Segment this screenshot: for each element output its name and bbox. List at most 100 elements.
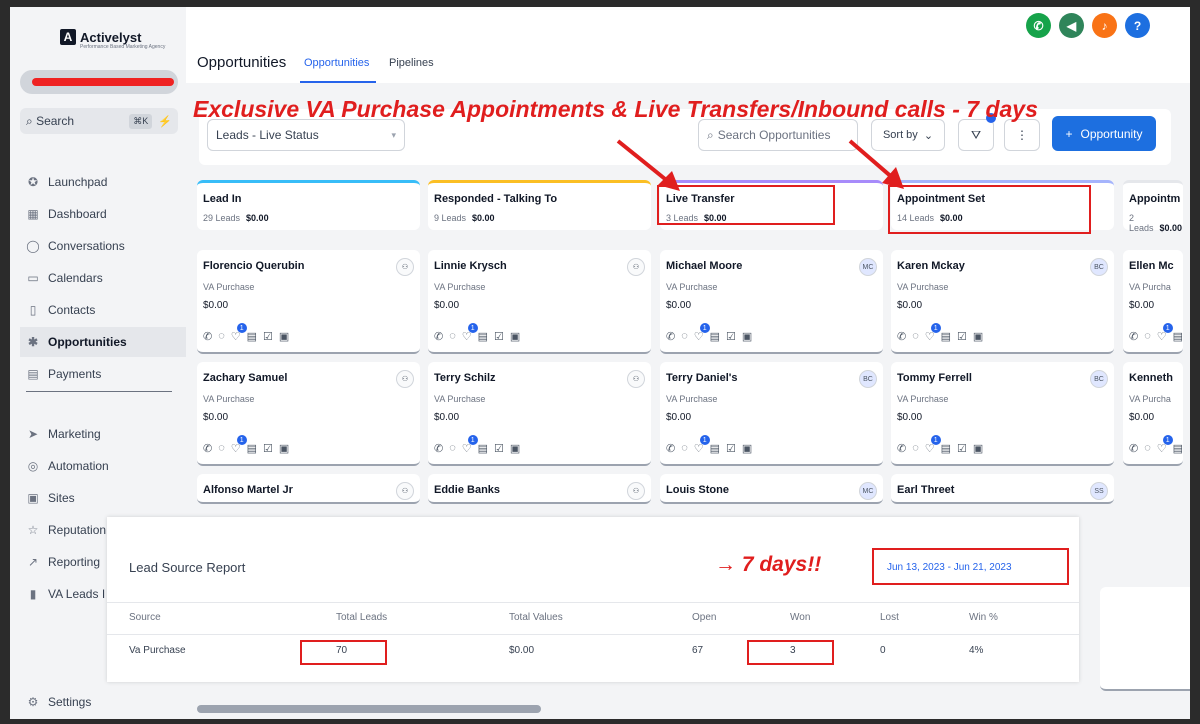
sidebar-item-calendars[interactable]: ▭ Calendars <box>20 263 186 293</box>
message-icon[interactable]: ◌ <box>1144 330 1151 343</box>
sidebar-item-sites[interactable]: ▣ Sites <box>20 483 186 513</box>
sidebar-item-conversations[interactable]: ◯ Conversations <box>20 231 186 261</box>
avatar[interactable]: BC <box>1090 370 1108 388</box>
assign-user-icon[interactable]: ⚇ <box>627 370 645 388</box>
tab-opportunities[interactable]: Opportunities <box>304 57 369 69</box>
add-opportunity-button[interactable]: + Opportunity <box>1052 116 1156 151</box>
calendar-icon[interactable]: ▣ <box>973 442 983 455</box>
opportunity-card[interactable]: Michael Moore VA Purchase $0.00 ✆ ◌ ♡ 1 ▤ ☑ ▣ MC <box>660 250 883 354</box>
avatar[interactable]: BC <box>859 370 877 388</box>
avatar[interactable]: MC <box>859 258 877 276</box>
avatar[interactable]: SS <box>1090 482 1108 500</box>
tab-pipelines[interactable]: Pipelines <box>389 57 434 69</box>
phone-icon[interactable]: ✆ <box>434 330 443 343</box>
opportunity-card[interactable]: Ellen McVA Purcha$0.00✆◌♡1▤☑▣ <box>1123 250 1190 354</box>
phone-icon[interactable]: ✆ <box>434 442 443 455</box>
assign-user-icon[interactable]: ⚇ <box>627 482 645 500</box>
tag-icon[interactable]: ♡ 1 <box>694 435 710 455</box>
opportunity-card[interactable]: Linnie Krysch VA Purchase $0.00 ✆ ◌ ♡ 1 ▤ ☑ ▣ ⚇ <box>428 250 651 354</box>
phone-icon[interactable]: ✆ <box>1129 330 1138 343</box>
account-switcher[interactable] <box>20 70 178 94</box>
opportunity-card[interactable]: Karen Mckay VA Purchase $0.00 ✆ ◌ ♡ 1 ▤ ☑ ▣ BC <box>891 250 1114 354</box>
phone-icon[interactable]: ✆ <box>203 442 212 455</box>
sidebar-item-contacts[interactable]: ▯ Contacts <box>20 295 186 325</box>
tag-icon[interactable]: ♡ 1 <box>1157 323 1173 343</box>
calendar-icon[interactable]: ▣ <box>510 330 520 343</box>
task-icon[interactable]: ☑ <box>726 442 736 455</box>
bell-icon[interactable]: ♪ <box>1092 13 1117 38</box>
phone-icon[interactable]: ✆ <box>1129 442 1138 455</box>
sidebar-item-marketing[interactable]: ➤ Marketing <box>20 419 186 449</box>
note-icon[interactable]: ▤ <box>710 442 720 455</box>
task-icon[interactable]: ☑ <box>726 330 736 343</box>
note-icon[interactable]: ▤ <box>247 330 257 343</box>
pipeline-column-header[interactable]: Lead In 29 Leads $0.00 <box>197 180 420 230</box>
tag-icon[interactable]: ♡ 1 <box>925 435 941 455</box>
note-icon[interactable]: ▤ <box>710 330 720 343</box>
note-icon[interactable]: ▤ <box>478 442 488 455</box>
tag-icon[interactable]: ♡ 1 <box>231 323 247 343</box>
opportunity-card[interactable]: Eddie Banks ⚇ <box>428 474 651 504</box>
assign-user-icon[interactable]: ⚇ <box>396 482 414 500</box>
tag-icon[interactable]: ♡ 1 <box>925 323 941 343</box>
pipeline-select[interactable]: Leads - Live Status ▾ <box>207 119 405 151</box>
assign-user-icon[interactable]: ⚇ <box>396 258 414 276</box>
message-icon[interactable]: ◌ <box>681 330 688 343</box>
phone-icon[interactable]: ✆ <box>203 330 212 343</box>
message-icon[interactable]: ◌ <box>449 442 456 455</box>
note-icon[interactable]: ▤ <box>941 442 951 455</box>
task-icon[interactable]: ☑ <box>263 330 273 343</box>
phone-icon[interactable]: ✆ <box>1026 13 1051 38</box>
horizontal-scrollbar[interactable] <box>197 705 541 713</box>
message-icon[interactable]: ◌ <box>681 442 688 455</box>
opportunity-card[interactable]: Florencio Querubin VA Purchase $0.00 ✆ ◌ ♡ 1 ▤ ☑… <box>197 250 420 354</box>
task-icon[interactable]: ☑ <box>263 442 273 455</box>
opportunity-card[interactable]: Tommy Ferrell VA Purchase $0.00 ✆ ◌ ♡ 1 ▤ ☑ ▣ BC <box>891 362 1114 466</box>
avatar[interactable]: BC <box>1090 258 1108 276</box>
note-icon[interactable]: ▤ <box>478 330 488 343</box>
calendar-icon[interactable]: ▣ <box>973 330 983 343</box>
message-icon[interactable]: ◌ <box>218 442 225 455</box>
message-icon[interactable]: ◌ <box>912 330 919 343</box>
pipeline-column-header[interactable]: Appointm 2 Leads $0.00 <box>1123 180 1183 233</box>
tag-icon[interactable]: ♡ 1 <box>462 323 478 343</box>
tag-icon[interactable]: ♡ 1 <box>1157 435 1173 455</box>
task-icon[interactable]: ☑ <box>957 330 967 343</box>
task-icon[interactable]: ☑ <box>957 442 967 455</box>
phone-icon[interactable]: ✆ <box>666 442 675 455</box>
tag-icon[interactable]: ♡ 1 <box>231 435 247 455</box>
opportunity-card[interactable]: Terry Schilz VA Purchase $0.00 ✆ ◌ ♡ 1 ▤ ☑ ▣ ⚇ <box>428 362 651 466</box>
message-icon[interactable]: ◌ <box>218 330 225 343</box>
message-icon[interactable]: ◌ <box>912 442 919 455</box>
opportunity-card[interactable]: Alfonso Martel Jr ⚇ <box>197 474 420 504</box>
search-opportunities-input[interactable]: ⌕ Search Opportunities <box>698 119 858 151</box>
calendar-icon[interactable]: ▣ <box>279 442 289 455</box>
opportunity-card[interactable]: Terry Daniel's VA Purchase $0.00 ✆ ◌ ♡ 1 ▤ ☑ ▣ BC <box>660 362 883 466</box>
calendar-icon[interactable]: ▣ <box>510 442 520 455</box>
tag-icon[interactable]: ♡ 1 <box>462 435 478 455</box>
megaphone-icon[interactable]: ◀ <box>1059 13 1084 38</box>
task-icon[interactable]: ☑ <box>494 442 504 455</box>
assign-user-icon[interactable]: ⚇ <box>627 258 645 276</box>
tag-icon[interactable]: ♡ 1 <box>694 323 710 343</box>
task-icon[interactable]: ☑ <box>494 330 504 343</box>
sidebar-item-automation[interactable]: ◎ Automation <box>20 451 186 481</box>
sidebar-item-settings[interactable]: ⚙ Settings <box>20 687 186 717</box>
message-icon[interactable]: ◌ <box>449 330 456 343</box>
phone-icon[interactable]: ✆ <box>897 330 906 343</box>
calendar-icon[interactable]: ▣ <box>742 442 752 455</box>
help-icon[interactable]: ? <box>1125 13 1150 38</box>
note-icon[interactable]: ▤ <box>247 442 257 455</box>
task-icon[interactable]: ☑ <box>1189 442 1190 455</box>
opportunity-card[interactable]: Zachary Samuel VA Purchase $0.00 ✆ ◌ ♡ 1 ▤ ☑ ▣ ⚇ <box>197 362 420 466</box>
note-icon[interactable]: ▤ <box>1173 330 1183 343</box>
sidebar-item-launchpad[interactable]: ✪ Launchpad <box>20 167 186 197</box>
note-icon[interactable]: ▤ <box>941 330 951 343</box>
more-options-button[interactable]: ⋮ <box>1004 119 1040 151</box>
assign-user-icon[interactable]: ⚇ <box>396 370 414 388</box>
opportunity-card[interactable]: KennethVA Purcha$0.00✆◌♡1▤☑▣ <box>1123 362 1190 466</box>
filter-button[interactable]: ⛛ <box>958 119 994 151</box>
phone-icon[interactable]: ✆ <box>897 442 906 455</box>
opportunity-card[interactable]: BC <box>1100 587 1190 691</box>
task-icon[interactable]: ☑ <box>1189 330 1190 343</box>
